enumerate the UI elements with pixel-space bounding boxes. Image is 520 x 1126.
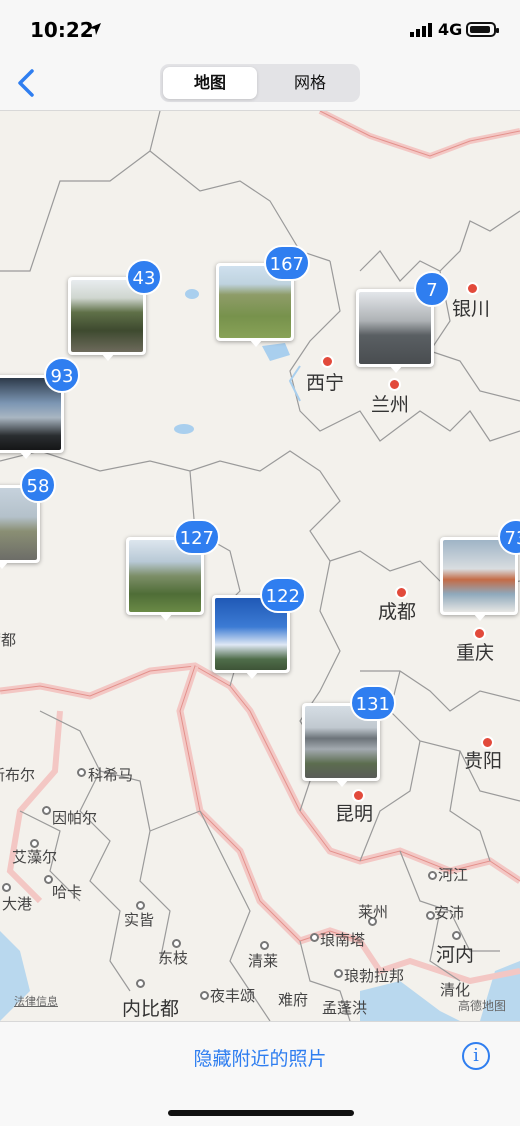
photo-cluster-pin[interactable]: 167 (216, 245, 310, 347)
segment-map[interactable]: 地图 (163, 67, 257, 99)
info-icon[interactable]: i (462, 1042, 490, 1070)
photo-count-badge: 58 (20, 467, 56, 503)
city-label-naypyidaw: 内比都 (122, 998, 180, 1020)
location-arrow-icon (89, 23, 101, 35)
status-bar: 10:22 4G (0, 0, 520, 62)
city-label-lanzhou: 兰州 (371, 394, 410, 416)
photo-count-badge: 7 (414, 271, 450, 307)
map-attribution: 高德地图 (458, 999, 507, 1013)
city-label-kohima: 科希马 (88, 766, 134, 784)
city-marker (136, 979, 145, 988)
photo-count-badge: 43 (126, 259, 162, 295)
photo-count-badge: 131 (349, 685, 396, 721)
city-label-laichau: 莱州 (358, 903, 389, 921)
city-label-taunggyi: 东枝 (158, 949, 189, 967)
status-time: 10:22 (30, 18, 94, 42)
city-label-hagiang: 河江 (438, 866, 469, 884)
back-chevron-icon[interactable] (14, 68, 38, 98)
city-label-guiyang: 贵阳 (464, 750, 503, 772)
city-label-luangprabang: 琅勃拉邦 (344, 967, 405, 985)
battery-icon (466, 22, 499, 37)
town-marker (260, 941, 269, 950)
city-label-hanoi: 河内 (436, 944, 475, 966)
town-marker (77, 768, 86, 777)
city-label-dagang: 大港 (2, 895, 33, 913)
city-label-kunming: 昆明 (335, 803, 374, 825)
town-marker (200, 991, 209, 1000)
photo-count-badge: 127 (173, 519, 220, 555)
map-view[interactable]: 银川 西宁 兰州 成都 重庆 贵阳 昆明 河内 内比都 加德满都 新布尔 科希马… (0, 111, 520, 1021)
city-label-aizawl: 艾藻尔 (12, 848, 58, 866)
city-label-nan: 难府 (278, 991, 309, 1009)
city-label-sagaing: 实皆 (124, 911, 155, 929)
city-label-phongsaly: 孟蓬洪 (322, 999, 368, 1017)
photo-cluster-pin[interactable]: 58 (0, 467, 56, 569)
hide-nearby-photos-button[interactable]: 隐藏附近的照片 (0, 1044, 520, 1071)
photo-cluster-pin[interactable]: 7 (356, 271, 450, 373)
photo-cluster-pin[interactable]: 131 (302, 685, 396, 787)
photo-count-badge: 122 (259, 577, 306, 613)
photo-cluster-pin[interactable]: 93 (0, 357, 80, 459)
segment-grid[interactable]: 网格 (263, 67, 357, 99)
town-marker (2, 883, 11, 892)
city-label-chongqing: 重庆 (456, 642, 495, 664)
network-type: 4G (438, 20, 463, 39)
city-label-maehongson: 夜丰颂 (210, 987, 256, 1005)
photo-count-badge: 93 (44, 357, 80, 393)
town-marker (42, 806, 51, 815)
city-label-xinbuer: 新布尔 (0, 766, 36, 784)
city-label-imphal: 因帕尔 (52, 809, 98, 827)
legal-info-link[interactable]: 法律信息 (14, 993, 58, 1009)
town-marker (334, 969, 343, 978)
city-marker (452, 931, 461, 940)
photo-cluster-pin[interactable]: 43 (68, 259, 162, 361)
city-label-chengdu: 成都 (378, 601, 417, 623)
city-label-xining: 西宁 (306, 372, 345, 394)
town-marker (428, 871, 437, 880)
city-label-kathmandu: 加德满都 (0, 631, 17, 649)
town-marker (310, 933, 319, 942)
nav-bar: 地图 网格 (0, 62, 520, 111)
photo-count-badge: 167 (263, 245, 310, 281)
city-label-hakha: 哈卡 (52, 883, 83, 901)
city-label-luangnamtha: 琅南塔 (320, 931, 366, 949)
city-label-chiangrai: 清莱 (248, 952, 279, 970)
photo-cluster-pin[interactable]: 122 (212, 577, 306, 679)
home-indicator (168, 1110, 354, 1116)
view-segmented-control: 地图 网格 (160, 64, 360, 102)
photo-cluster-pin[interactable]: 127 (126, 519, 220, 621)
city-label-yinchuan: 银川 (452, 298, 491, 320)
bottom-toolbar: 隐藏附近的照片 i (0, 1021, 520, 1126)
photo-cluster-pin[interactable]: 73 (440, 519, 520, 621)
city-marker (321, 355, 334, 368)
cellular-signal-icon (410, 23, 432, 37)
city-label-yenbai: 安沛 (434, 904, 465, 922)
